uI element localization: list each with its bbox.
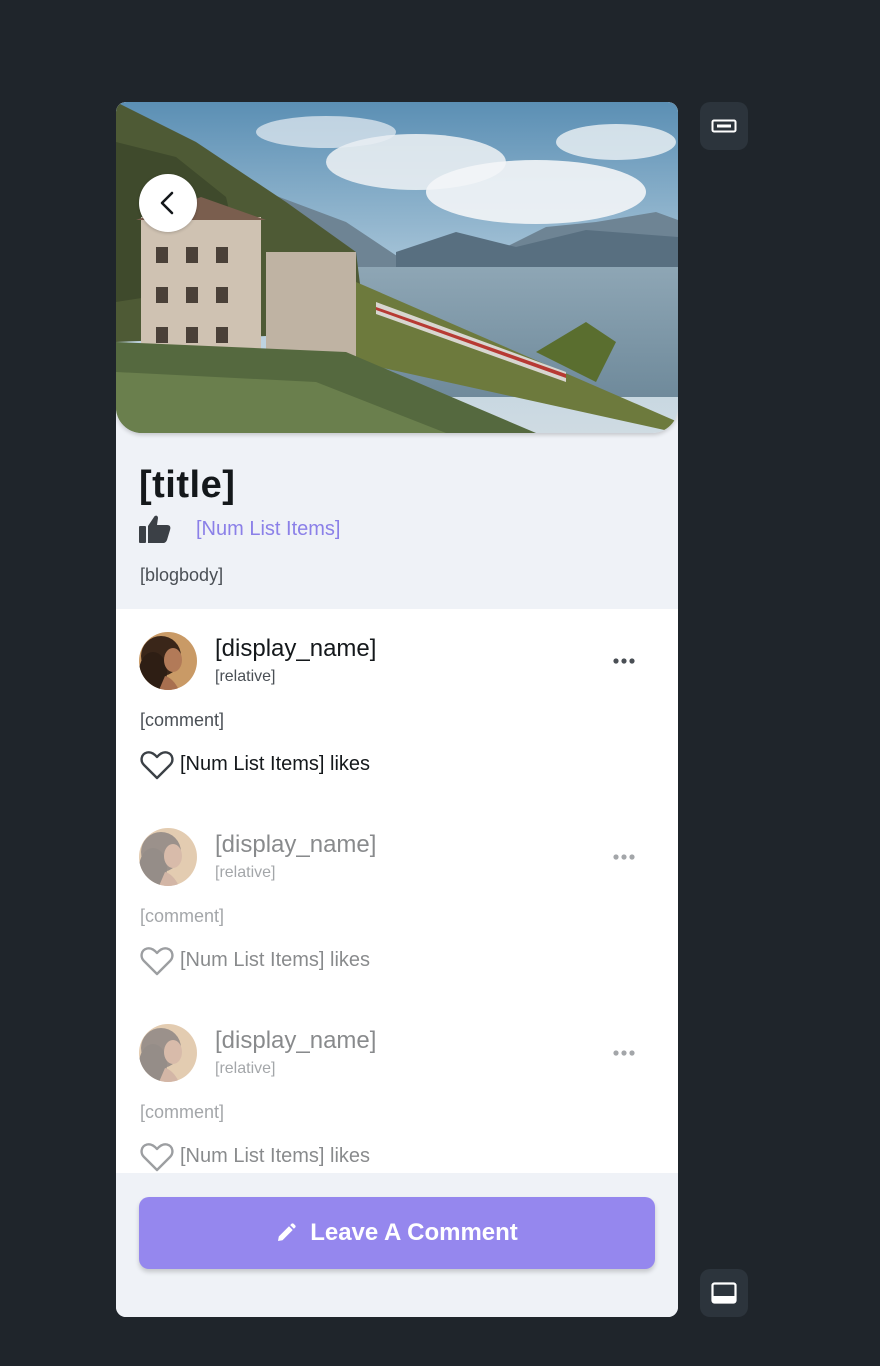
comment-relative-time: [relative] [215, 668, 276, 685]
comment-text: [comment] [140, 906, 225, 926]
comment-likes-count: [Num List Items] [180, 753, 325, 775]
chevron-left-icon [160, 191, 174, 215]
comment-likes: [Num List Items] likes [180, 753, 370, 776]
leave-comment-label: Leave A Comment [310, 1219, 518, 1246]
leave-comment-button[interactable]: Leave A Comment [139, 1197, 655, 1269]
post-likes-row: [Num List Items] [139, 514, 340, 544]
post-likes-count: [Num List Items] [196, 517, 341, 540]
more-horizontal-icon[interactable] [612, 1043, 636, 1063]
comment-text: [comment] [140, 710, 225, 730]
avatar[interactable] [139, 1024, 197, 1082]
comment-item: [display_name] [relative] [comment] [Num… [116, 1001, 678, 1173]
comment-display-name: [display_name] [215, 1027, 377, 1054]
heart-outline-icon[interactable] [140, 749, 174, 781]
comment-likes: [Num List Items] likes [180, 949, 370, 972]
app-screen: [title] [Num List Items] [blogbody] [dis… [116, 102, 678, 1317]
comment-likes-count: [Num List Items] [180, 949, 325, 971]
comment-likes-count: [Num List Items] [180, 1145, 325, 1167]
comments-list[interactable]: [display_name] [relative] [comment] [Num… [116, 609, 678, 1173]
comment-text: [comment] [140, 1102, 225, 1122]
thumbs-up-icon[interactable] [139, 514, 171, 544]
comment-likes-suffix: likes [330, 949, 371, 971]
keyboard-icon [711, 119, 737, 133]
keyboard-toggle-button[interactable] [700, 102, 748, 150]
comment-likes-suffix: likes [330, 1145, 371, 1167]
comment-relative-time: [relative] [215, 1060, 276, 1077]
comment-likes: [Num List Items] likes [180, 1145, 370, 1168]
comment-display-name: [display_name] [215, 831, 377, 858]
back-button[interactable] [139, 174, 197, 232]
comment-display-name: [display_name] [215, 635, 377, 662]
hero-image [116, 102, 678, 433]
more-horizontal-icon[interactable] [612, 651, 636, 671]
avatar[interactable] [139, 632, 197, 690]
pencil-icon [278, 1223, 296, 1241]
comment-item: [display_name] [relative] [comment] [Num… [116, 805, 678, 1001]
comment-relative-time: [relative] [215, 864, 276, 881]
bottom-action-bar: Leave A Comment [116, 1173, 678, 1317]
heart-outline-icon[interactable] [140, 945, 174, 977]
post-title: [title] [139, 464, 236, 506]
avatar[interactable] [139, 828, 197, 886]
bottom-panel-icon [711, 1282, 737, 1304]
comment-item: [display_name] [relative] [comment] [Num… [116, 609, 678, 805]
more-horizontal-icon[interactable] [612, 847, 636, 867]
heart-outline-icon[interactable] [140, 1141, 174, 1173]
comment-likes-suffix: likes [330, 753, 371, 775]
blog-body: [blogbody] [140, 565, 224, 585]
bottom-panel-toggle-button[interactable] [700, 1269, 748, 1317]
